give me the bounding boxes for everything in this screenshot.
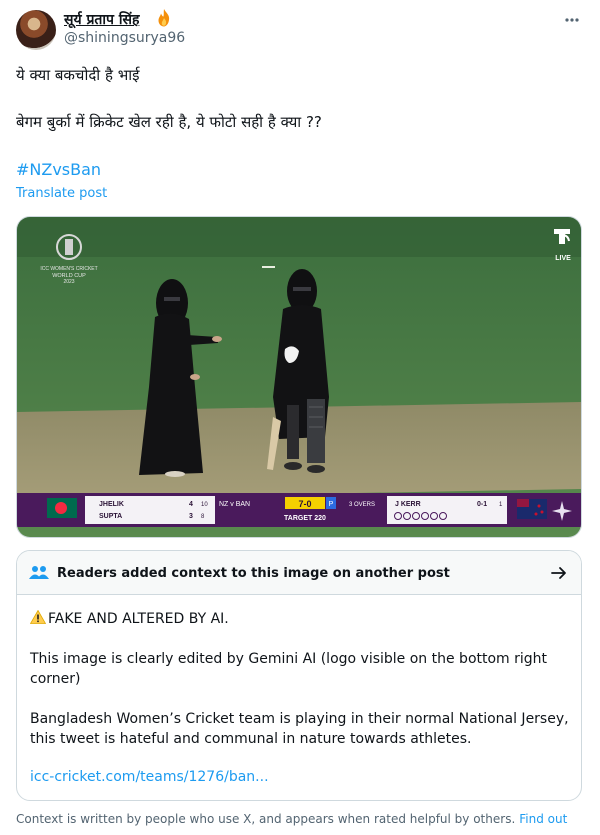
batter1-runs: 4 (189, 501, 193, 508)
scorebar: JHELIK 4 10 SUPTA 3 8 NZ v BAN 7-0 P TAR… (17, 493, 581, 527)
warning-icon (30, 610, 46, 624)
note-paragraph-2: Bangladesh Women’s Cricket team is playi… (30, 711, 569, 747)
live-label: LIVE (555, 255, 571, 262)
batter1-balls: 10 (201, 502, 208, 508)
community-note-header[interactable]: Readers added context to this image on a… (17, 551, 581, 595)
bowler-figures: 0-1 (477, 501, 487, 508)
hashtag-link[interactable]: #NZvsBan (16, 160, 101, 179)
cricket-scene: ICC WOMEN'S CRICKET WORLD CUP 2023 LIVE (17, 217, 581, 537)
post-text-line-2: बेगम बुर्का में क्रिकेट खेल रही है, ये फ… (16, 113, 322, 131)
powerplay-badge: P (329, 501, 334, 508)
note-paragraph-1: This image is clearly edited by Gemini A… (30, 651, 548, 687)
svg-text:2023: 2023 (63, 279, 74, 285)
match-label: NZ v BAN (219, 501, 250, 508)
avatar[interactable] (16, 10, 56, 50)
note-footer-text: Context is written by people who use X, … (16, 812, 516, 826)
bowler-name: J KERR (395, 501, 421, 508)
author-display-name[interactable]: सूर्य प्रताप सिंह (64, 10, 139, 29)
community-note-title: Readers added context to this image on a… (57, 566, 450, 581)
post-image[interactable]: ICC WOMEN'S CRICKET WORLD CUP 2023 LIVE (16, 216, 582, 538)
note-source-link[interactable]: icc-cricket.com/teams/1276/ban... (30, 769, 269, 785)
translate-post-link[interactable]: Translate post (16, 186, 107, 201)
batter1-name: JHELIK (99, 501, 124, 508)
fire-icon (158, 9, 170, 27)
target-label: TARGET 220 (284, 515, 326, 522)
svg-text:ICC WOMEN'S CRICKET: ICC WOMEN'S CRICKET (40, 266, 97, 272)
batter2-name: SUPTA (99, 513, 122, 520)
batter2-runs: 3 (189, 513, 193, 520)
note-warning: FAKE AND ALTERED BY AI. (30, 609, 570, 629)
community-note-card: Readers added context to this image on a… (16, 550, 582, 801)
more-options-icon[interactable] (564, 12, 580, 28)
find-out-link[interactable]: Find out (519, 812, 567, 826)
post-text-line-1: ये क्या बकचोदी है भाई (16, 66, 140, 84)
score-label: 7-0 (298, 499, 311, 509)
note-footer: Context is written by people who use X, … (16, 812, 567, 826)
post-header: सूर्य प्रताप सिंह @shiningsurya96 (16, 8, 584, 52)
people-icon (29, 566, 49, 579)
overs-label: 3 OVERS (349, 502, 375, 508)
arrow-right-icon[interactable] (551, 566, 567, 580)
note-warning-text: FAKE AND ALTERED BY AI. (48, 611, 229, 627)
author-handle[interactable]: @shiningsurya96 (64, 30, 185, 46)
